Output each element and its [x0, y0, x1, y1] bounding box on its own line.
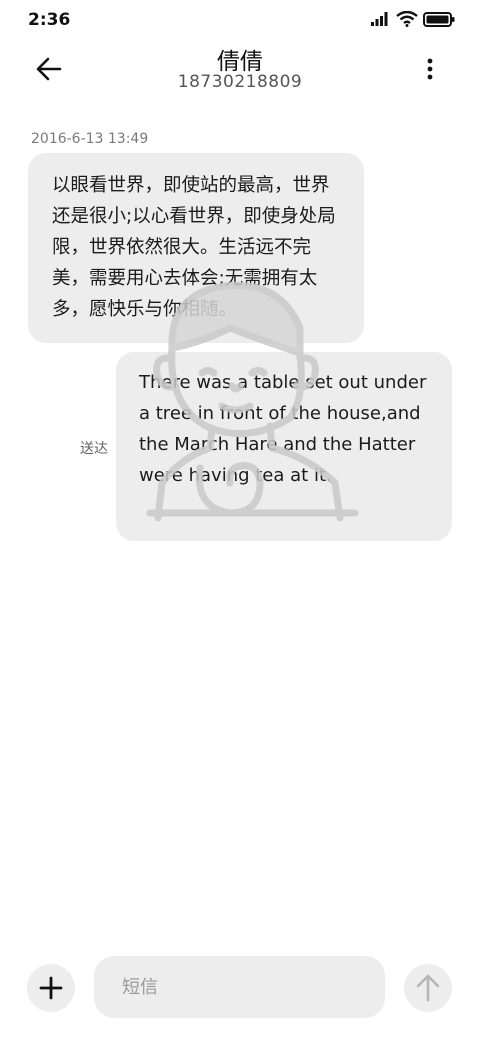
- attach-button[interactable]: [27, 964, 75, 1012]
- more-vertical-icon: [427, 58, 433, 80]
- outgoing-message-text: There was a table set out under a tree i…: [139, 372, 427, 486]
- incoming-message-bubble[interactable]: 以眼看世界，即使站的最高，世界还是很小;以心看世界，即使身处局限，世界依然很大。…: [28, 153, 364, 343]
- incoming-message-text: 以眼看世界，即使站的最高，世界还是很小;以心看世界，即使身处局限，世界依然很大。…: [52, 175, 336, 320]
- send-button[interactable]: [404, 964, 452, 1012]
- message-input[interactable]: [94, 956, 385, 1018]
- signal-icon: [371, 12, 388, 26]
- message-timestamp: 2016-6-13 13:49: [31, 131, 149, 147]
- outgoing-message-bubble[interactable]: There was a table set out under a tree i…: [116, 352, 452, 541]
- conversation-header: 倩倩 18730218809: [0, 40, 480, 100]
- contact-name: 倩倩: [217, 49, 263, 75]
- status-bar: 2:36: [0, 0, 480, 40]
- status-time: 2:36: [28, 10, 71, 30]
- more-options-button[interactable]: [418, 52, 442, 86]
- delivery-status: 送达: [80, 441, 108, 457]
- plus-icon: [39, 976, 63, 1000]
- wifi-icon: [396, 11, 418, 27]
- battery-icon: [423, 12, 455, 27]
- sms-conversation-screen: 2:36 倩倩 18730218809 2016-6-13 13:49 以眼看世…: [0, 0, 480, 1040]
- contact-phone-number: 18730218809: [177, 72, 303, 92]
- arrow-up-icon: [416, 974, 440, 1002]
